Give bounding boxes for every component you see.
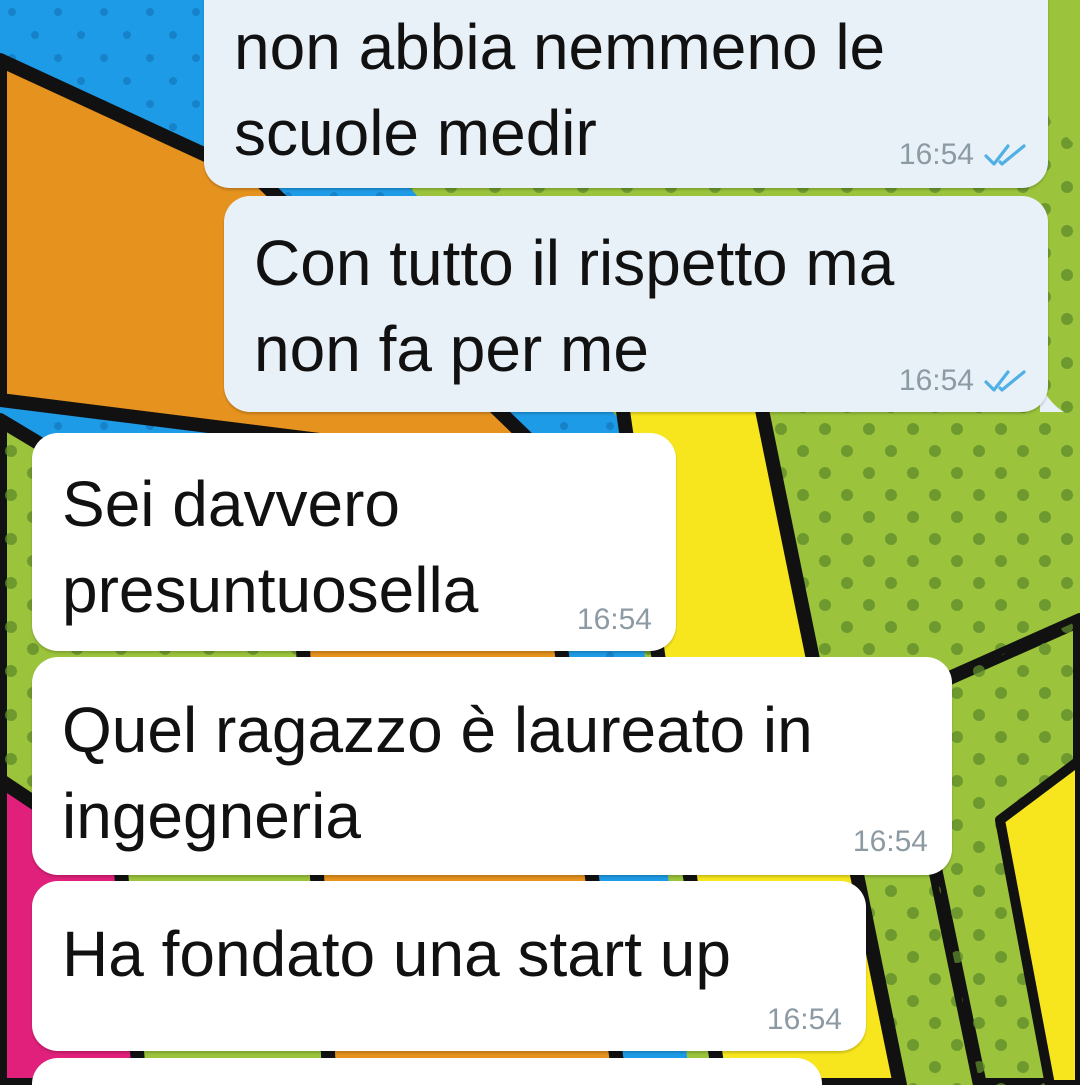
message-time: 16:54	[898, 364, 974, 397]
message-text: Con tutto il rispetto ma non fa per me	[254, 227, 895, 385]
message-bubble-incoming[interactable]: Sei davvero presuntuosella 16:54	[32, 433, 676, 651]
message-time: 16:54	[766, 1003, 842, 1036]
double-check-icon	[984, 370, 1026, 392]
message-text: Quel ragazzo è laureato in ingegneria	[62, 694, 813, 852]
double-check-icon	[984, 144, 1026, 166]
message-text: Sei davvero presuntuosella	[62, 468, 479, 626]
message-text: non abbia nemmeno le scuole medir	[234, 11, 886, 169]
message-meta: 16:54	[767, 1003, 842, 1037]
message-meta: 16:54	[899, 138, 1030, 172]
message-time: 16:54	[898, 138, 974, 171]
message-meta: 16:54	[853, 825, 928, 859]
message-bubble-incoming[interactable]	[32, 1058, 822, 1085]
message-time: 16:54	[576, 603, 652, 636]
message-bubble-incoming[interactable]: Ha fondato una start up 16:54	[32, 881, 866, 1051]
message-bubble-incoming[interactable]: Quel ragazzo è laureato in ingegneria 16…	[32, 657, 952, 875]
message-meta: 16:54	[899, 364, 1030, 398]
message-time: 16:54	[852, 825, 928, 858]
message-bubble-outgoing[interactable]: Con tutto il rispetto ma non fa per me 1…	[224, 196, 1048, 412]
message-meta: 16:54	[577, 603, 652, 637]
message-text: Ha fondato una start up	[62, 918, 731, 990]
message-bubble-outgoing[interactable]: non abbia nemmeno le scuole medir 16:54	[204, 0, 1048, 188]
